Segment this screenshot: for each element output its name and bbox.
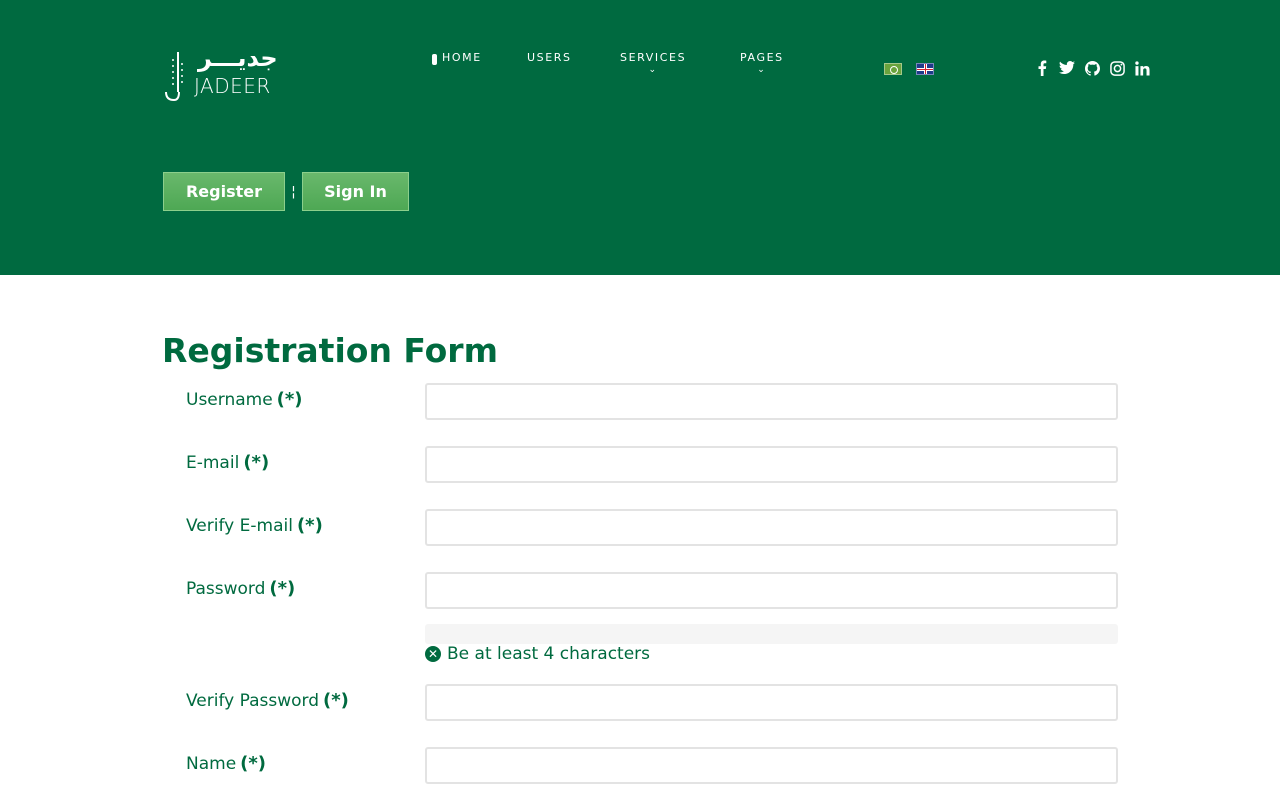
logo-arabic-text: جديـــر [198, 44, 278, 72]
username-input[interactable] [425, 383, 1118, 420]
verify-password-label: Verify Password (*) [186, 690, 349, 711]
password-label: Password (*) [186, 578, 296, 599]
required-mark: (*) [276, 389, 303, 410]
name-input[interactable] [425, 747, 1118, 784]
logo-wordmark: JADEER [194, 74, 271, 98]
nav-pages[interactable]: PAGES ⌄ [740, 51, 784, 75]
twitter-icon[interactable] [1059, 60, 1075, 76]
verify-email-input[interactable] [425, 509, 1118, 546]
auth-buttons: Register ¦ Sign In [163, 172, 409, 211]
page-title: Registration Form [162, 331, 498, 370]
required-mark: (*) [240, 753, 267, 774]
chevron-down-icon: ⌄ [648, 65, 658, 75]
auth-separator: ¦ [291, 183, 296, 200]
required-mark: (*) [296, 515, 323, 536]
chevron-down-icon: ⌄ [757, 65, 767, 75]
active-indicator [432, 54, 437, 65]
verify-email-label: Verify E-mail (*) [186, 515, 323, 536]
arabic-flag-icon[interactable] [884, 63, 902, 75]
email-input[interactable] [425, 446, 1118, 483]
nav-services-label: SERVICES [620, 51, 687, 64]
password-input[interactable] [425, 572, 1118, 609]
english-flag-icon[interactable] [916, 63, 934, 75]
jadeer-logo[interactable]: جديـــر JADEER [164, 44, 278, 102]
register-button[interactable]: Register [163, 172, 285, 211]
site-header: جديـــر JADEER HOME USERS SERVICES ⌄ PAG… [0, 0, 1280, 275]
username-label: Username (*) [186, 389, 303, 410]
error-circle-icon: ✕ [425, 646, 441, 662]
logo-mark-icon [165, 52, 183, 102]
email-label: E-mail (*) [186, 452, 270, 473]
nav-services[interactable]: SERVICES ⌄ [620, 51, 687, 75]
facebook-icon[interactable] [1034, 60, 1050, 76]
password-strength-bar [425, 624, 1118, 644]
password-hint: ✕ Be at least 4 characters [425, 644, 650, 664]
nav-home-label: HOME [442, 51, 482, 64]
github-icon[interactable] [1084, 60, 1100, 76]
required-mark: (*) [243, 452, 270, 473]
verify-password-input[interactable] [425, 684, 1118, 721]
linkedin-icon[interactable] [1134, 60, 1150, 76]
nav-users-label: USERS [527, 51, 572, 64]
nav-home[interactable]: HOME [432, 51, 482, 65]
social-links [1034, 60, 1150, 76]
nav-users[interactable]: USERS [527, 51, 572, 64]
required-mark: (*) [269, 578, 296, 599]
instagram-icon[interactable] [1109, 60, 1125, 76]
sign-in-button[interactable]: Sign In [302, 172, 409, 211]
nav-pages-label: PAGES [740, 51, 784, 64]
password-hint-text: Be at least 4 characters [447, 644, 651, 664]
name-label: Name (*) [186, 753, 267, 774]
required-mark: (*) [323, 690, 349, 711]
